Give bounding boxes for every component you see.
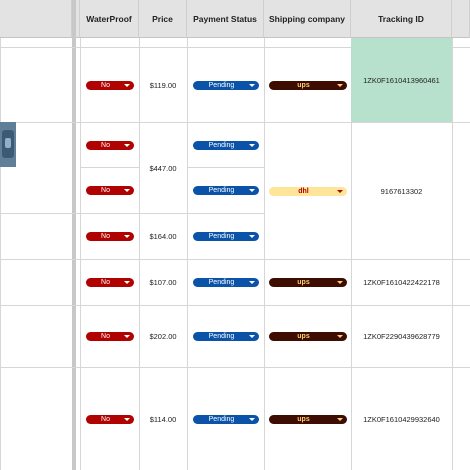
tracking-id-cell[interactable]: 1ZK0F1610422422178 [351, 260, 452, 305]
payment-status-dropdown-chip[interactable]: Pending [192, 332, 259, 341]
header-shipping-company[interactable]: Shipping company [264, 0, 351, 38]
waterproof-dropdown-chip[interactable]: No [85, 232, 134, 241]
shipping-company-cell[interactable]: ups [264, 260, 351, 305]
chip-label: Pending [208, 81, 235, 89]
payment-status-cell[interactable]: Pending [187, 214, 264, 259]
waterproof-cell[interactable]: No [80, 260, 139, 305]
chevron-down-icon [248, 235, 255, 238]
tracking-id-cell-selected[interactable]: 1ZK0F1610413960461 [351, 38, 452, 122]
chip-label: Pending [208, 333, 235, 340]
chevron-down-icon [123, 189, 130, 192]
chip-label: No [101, 187, 110, 194]
chevron-down-icon [248, 83, 255, 87]
shipping-company-cell[interactable]: ups [264, 48, 351, 122]
payment-status-dropdown-chip[interactable]: Pending [192, 186, 259, 195]
price-cell-merged[interactable]: $447.00 [139, 123, 187, 213]
chip-label: No [101, 415, 110, 423]
shipping-company-cell-merged[interactable]: dhl [264, 123, 351, 259]
shipping-company-dropdown-chip[interactable]: ups [268, 414, 347, 424]
shipping-company-cell[interactable]: ups [264, 368, 351, 470]
chevron-down-icon [123, 83, 130, 87]
payment-status-cell[interactable]: Pending [187, 123, 264, 167]
chevron-down-icon [336, 83, 343, 87]
waterproof-dropdown-chip[interactable]: No [85, 414, 134, 424]
header-tracking-id[interactable]: Tracking ID [351, 0, 452, 38]
payment-status-dropdown-chip[interactable]: Pending [192, 232, 259, 241]
waterproof-cell[interactable]: No [80, 168, 139, 213]
payment-status-dropdown-chip[interactable]: Pending [192, 140, 259, 150]
waterproof-cell[interactable]: No [80, 214, 139, 259]
waterproof-cell[interactable]: No [80, 123, 139, 167]
chip-label: No [101, 141, 110, 149]
price-cell[interactable]: $107.00 [139, 260, 187, 305]
chip-label: Pending [208, 141, 235, 149]
shipping-company-dropdown-chip[interactable]: ups [268, 80, 347, 90]
chip-label: Pending [208, 233, 235, 240]
chip-label: dhl [298, 187, 309, 195]
chevron-down-icon [336, 335, 343, 338]
grid-line [0, 0, 1, 470]
payment-status-cell[interactable]: Pending [187, 368, 264, 470]
price-cell[interactable]: $202.00 [139, 306, 187, 367]
chevron-down-icon [123, 235, 130, 238]
shipping-company-cell[interactable]: ups [264, 306, 351, 367]
chevron-down-icon [248, 143, 255, 147]
chevron-down-icon [248, 417, 255, 421]
shipping-company-dropdown-chip[interactable]: dhl [268, 186, 347, 196]
chip-label: Pending [208, 279, 235, 286]
waterproof-dropdown-chip[interactable]: No [85, 186, 134, 195]
waterproof-cell[interactable]: No [80, 306, 139, 367]
chevron-down-icon [123, 143, 130, 147]
grid-line [452, 0, 453, 470]
waterproof-dropdown-chip[interactable]: No [85, 80, 134, 90]
payment-status-dropdown-chip[interactable]: Pending [192, 414, 259, 424]
waterproof-cell[interactable]: No [80, 48, 139, 122]
chip-label: No [101, 233, 110, 240]
tracking-id-cell[interactable]: 1ZK0F2290439628779 [351, 306, 452, 367]
frozen-column-divider[interactable] [72, 0, 76, 470]
chevron-down-icon [248, 189, 255, 192]
chip-label: ups [297, 415, 310, 423]
chip-label: ups [297, 279, 310, 286]
waterproof-dropdown-chip[interactable]: No [85, 140, 134, 150]
chevron-down-icon [248, 281, 255, 284]
chip-label: ups [297, 81, 310, 89]
chip-label: No [101, 81, 110, 89]
price-cell[interactable]: $164.00 [139, 214, 187, 259]
chevron-down-icon [123, 417, 130, 421]
tracking-id-cell-merged[interactable]: 9167613302 [351, 123, 452, 259]
chevron-down-icon [123, 335, 130, 338]
chip-label: Pending [208, 415, 235, 423]
payment-status-dropdown-chip[interactable]: Pending [192, 278, 259, 287]
chevron-down-icon [336, 189, 343, 193]
payment-status-cell[interactable]: Pending [187, 306, 264, 367]
chip-label: Pending [208, 187, 235, 194]
shipping-company-dropdown-chip[interactable]: ups [268, 332, 347, 341]
chevron-down-icon [248, 335, 255, 338]
payment-status-cell[interactable]: Pending [187, 260, 264, 305]
waterproof-cell[interactable]: No [80, 368, 139, 470]
chip-label: No [101, 333, 110, 340]
chevron-down-icon [123, 281, 130, 284]
waterproof-dropdown-chip[interactable]: No [85, 332, 134, 341]
chip-label: No [101, 279, 110, 286]
spreadsheet-grid: WaterProof Price Payment Status Shipping… [0, 0, 470, 470]
header-price[interactable]: Price [139, 0, 187, 38]
header-cell-blank[interactable] [0, 0, 72, 38]
chevron-down-icon [336, 417, 343, 421]
waterproof-dropdown-chip[interactable]: No [85, 278, 134, 287]
payment-status-cell[interactable]: Pending [187, 48, 264, 122]
chip-label: ups [297, 333, 310, 340]
payment-status-dropdown-chip[interactable]: Pending [192, 80, 259, 90]
shipping-company-dropdown-chip[interactable]: ups [268, 278, 347, 287]
header-waterproof[interactable]: WaterProof [80, 0, 139, 38]
product-image[interactable] [0, 122, 16, 167]
header-next-column[interactable] [452, 0, 470, 38]
price-cell[interactable]: $114.00 [139, 368, 187, 470]
payment-status-cell[interactable]: Pending [187, 168, 264, 213]
price-cell[interactable]: $119.00 [139, 48, 187, 122]
chevron-down-icon [336, 281, 343, 284]
header-payment-status[interactable]: Payment Status [187, 0, 264, 38]
tracking-id-cell[interactable]: 1ZK0F1610429932640 [351, 368, 452, 470]
